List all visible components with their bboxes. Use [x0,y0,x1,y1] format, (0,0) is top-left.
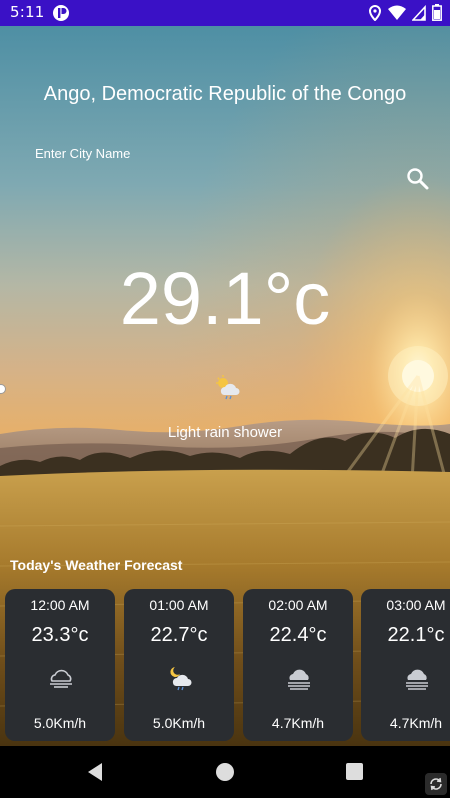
home-icon[interactable] [216,763,234,781]
status-time: 5:11 [10,3,45,21]
app-notification-icon [53,5,69,21]
forecast-time: 12:00 AM [30,597,90,613]
back-icon[interactable] [86,762,104,782]
forecast-card[interactable]: 02:00 AM 22.4°c 4.7Km/h [243,589,353,741]
location-title: Ango, Democratic Republic of the Congo [43,83,407,105]
current-condition: Light rain shower [167,424,283,441]
forecast-wind: 5.0Km/h [33,715,87,731]
forecast-card[interactable]: 03:00 AM 22.1°c 4.7Km/h [361,589,450,741]
forecast-temp: 22.4°c [269,624,327,646]
battery-icon [432,4,442,21]
forecast-temp: 22.1°c [387,624,445,646]
forecast-title: Today's Weather Forecast [10,557,183,573]
forecast-time: 02:00 AM [268,597,328,613]
location-icon [368,4,382,21]
cloud-icon [50,669,72,688]
fog-cloud-icon [288,669,310,690]
wifi-icon [388,5,406,20]
current-temperature: 29.1°c [119,257,331,340]
status-icons [368,4,442,21]
fog-cloud-icon [406,669,428,690]
signal-icon [412,4,426,21]
moon-cloud-rain-icon [170,667,192,691]
forecast-temp: 22.7°c [150,624,208,646]
forecast-time: 03:00 AM [386,597,446,613]
status-bar: 5:11 [0,0,450,26]
rotate-icon[interactable] [425,773,447,795]
forecast-wind: 4.7Km/h [271,715,325,731]
forecast-list[interactable]: 12:00 AM 23.3°c 5.0Km/h 01:00 AM 22.7°c … [0,589,450,741]
forecast-card[interactable]: 01:00 AM 22.7°c 5.0Km/h [124,589,234,741]
forecast-card[interactable]: 12:00 AM 23.3°c 5.0Km/h [5,589,115,741]
city-search-input[interactable] [24,138,395,168]
search-icon[interactable] [404,166,432,192]
navigation-bar [0,746,450,798]
recents-icon[interactable] [346,763,363,780]
forecast-temp: 23.3°c [31,624,89,646]
forecast-wind: 4.7Km/h [389,715,443,731]
forecast-time: 01:00 AM [149,597,209,613]
partly-cloudy-rain-icon [216,375,240,400]
forecast-wind: 5.0Km/h [152,715,206,731]
